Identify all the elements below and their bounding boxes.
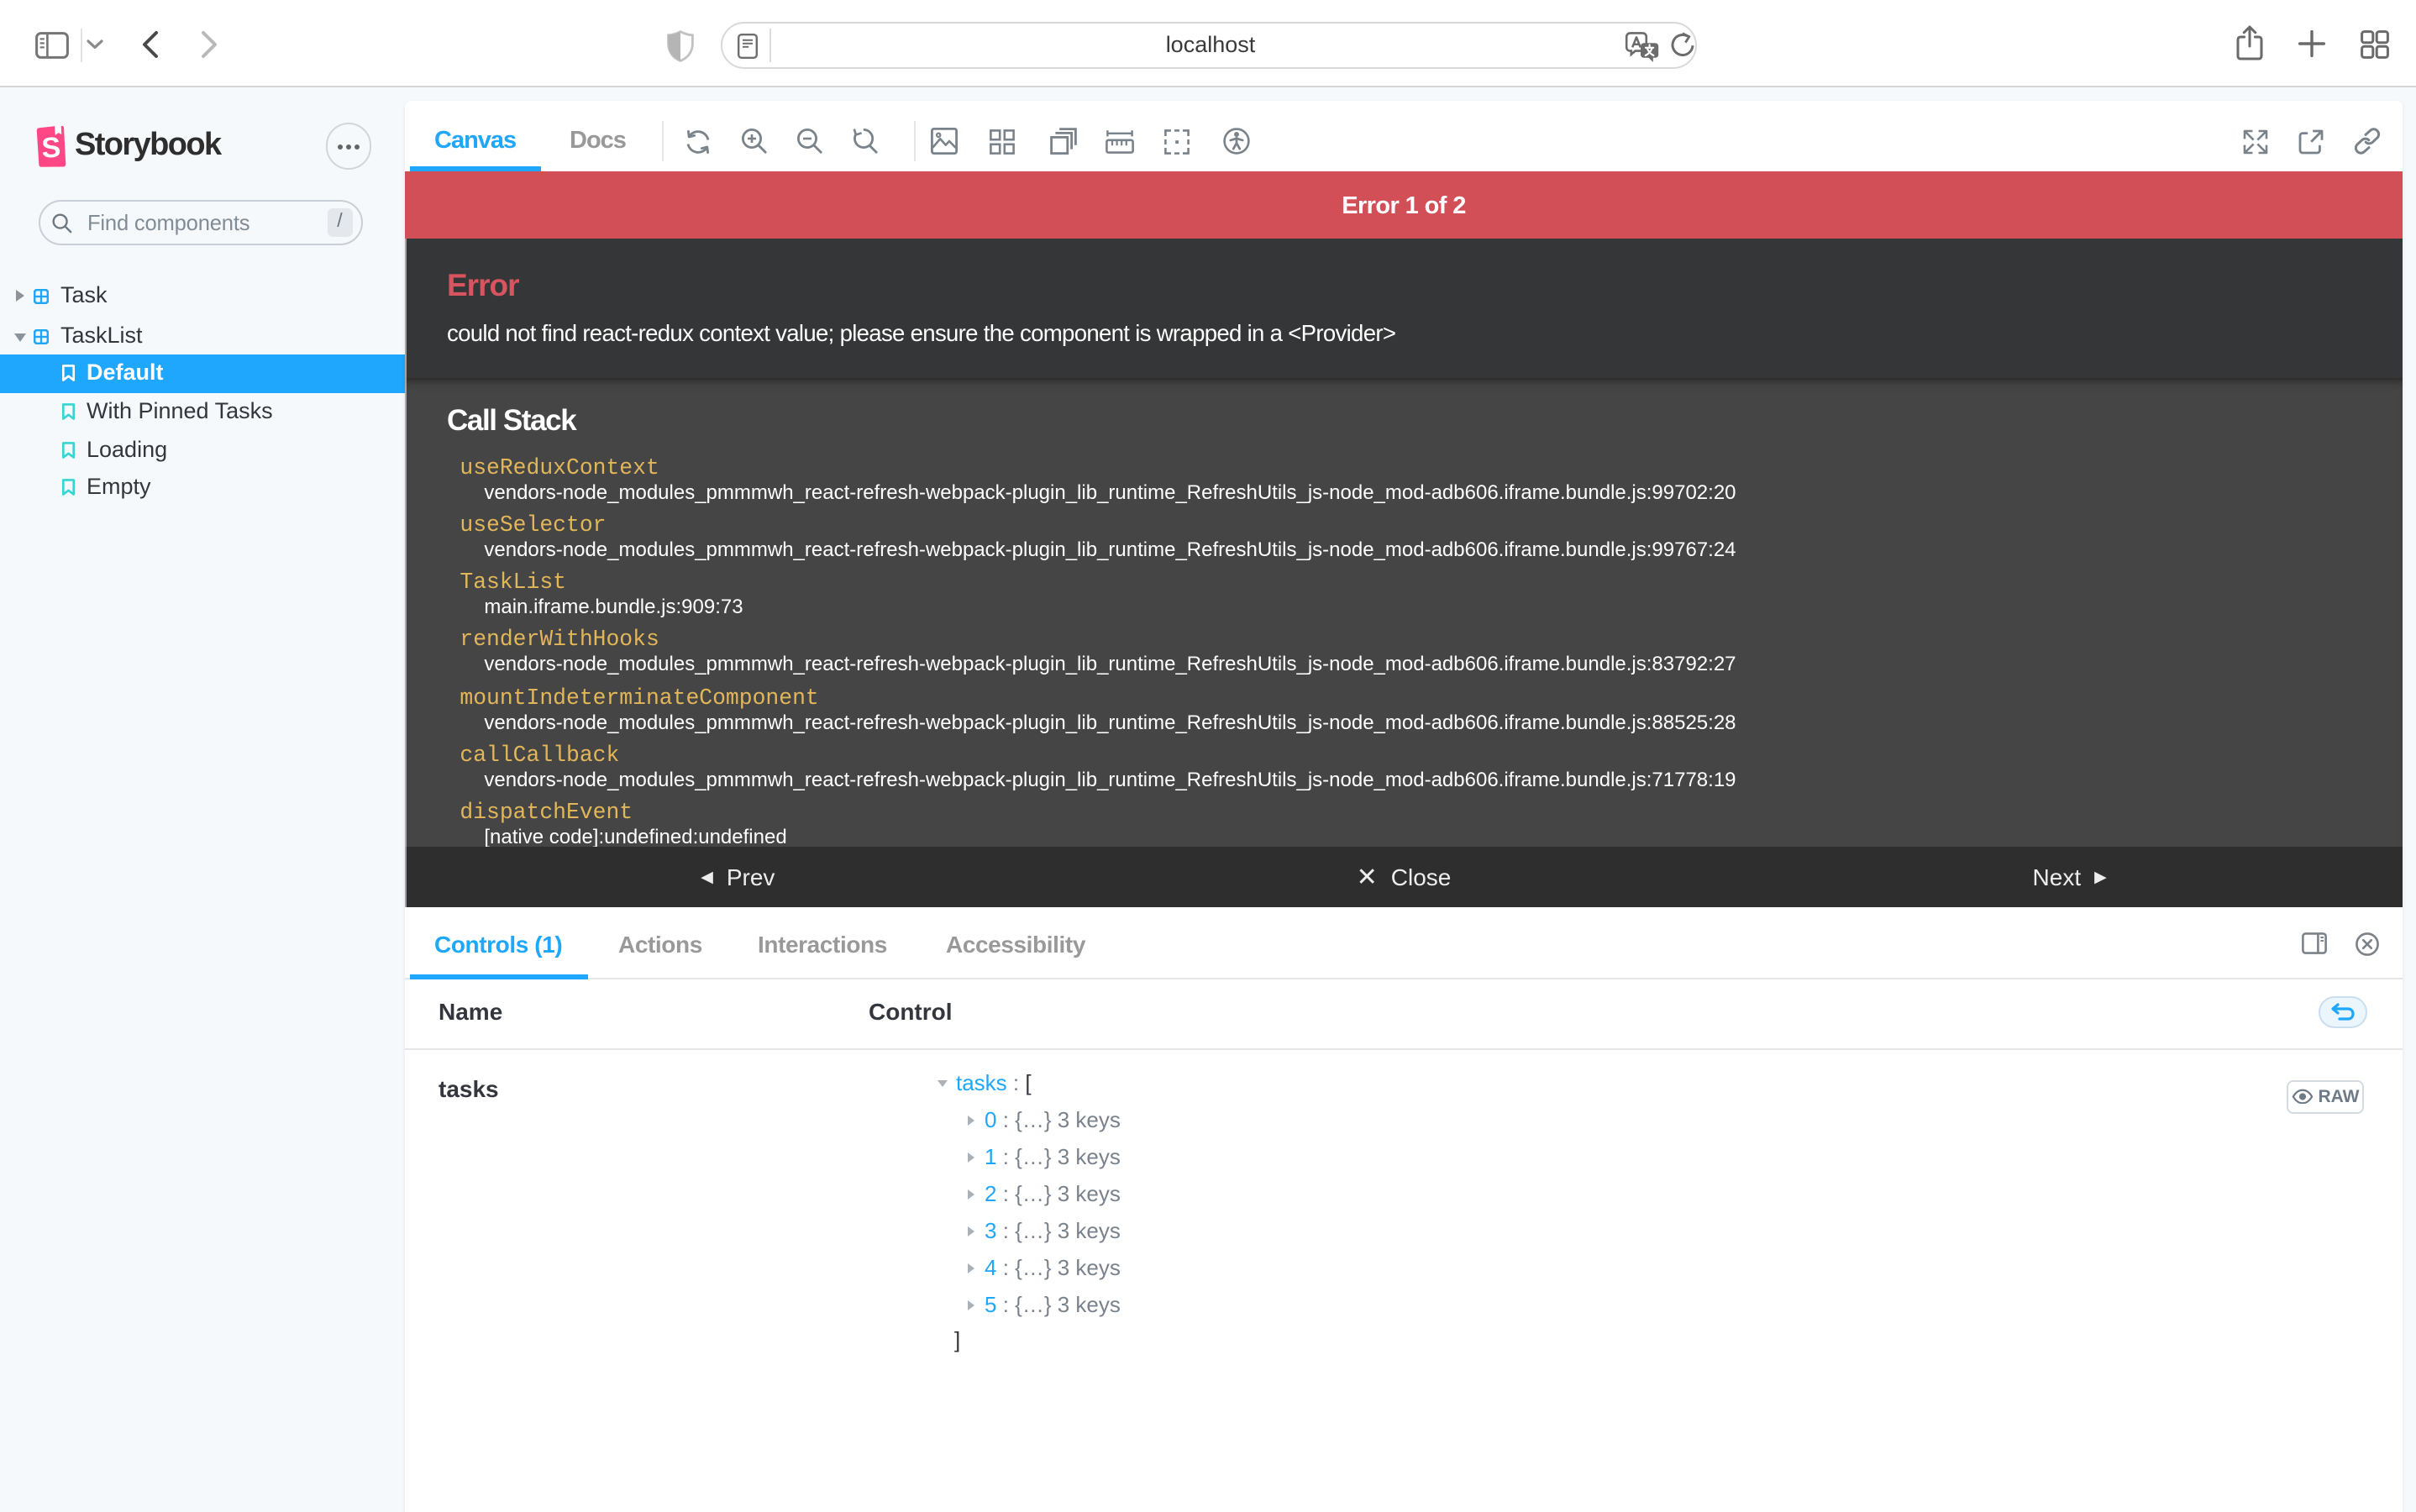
svg-text:S: S <box>40 131 61 164</box>
